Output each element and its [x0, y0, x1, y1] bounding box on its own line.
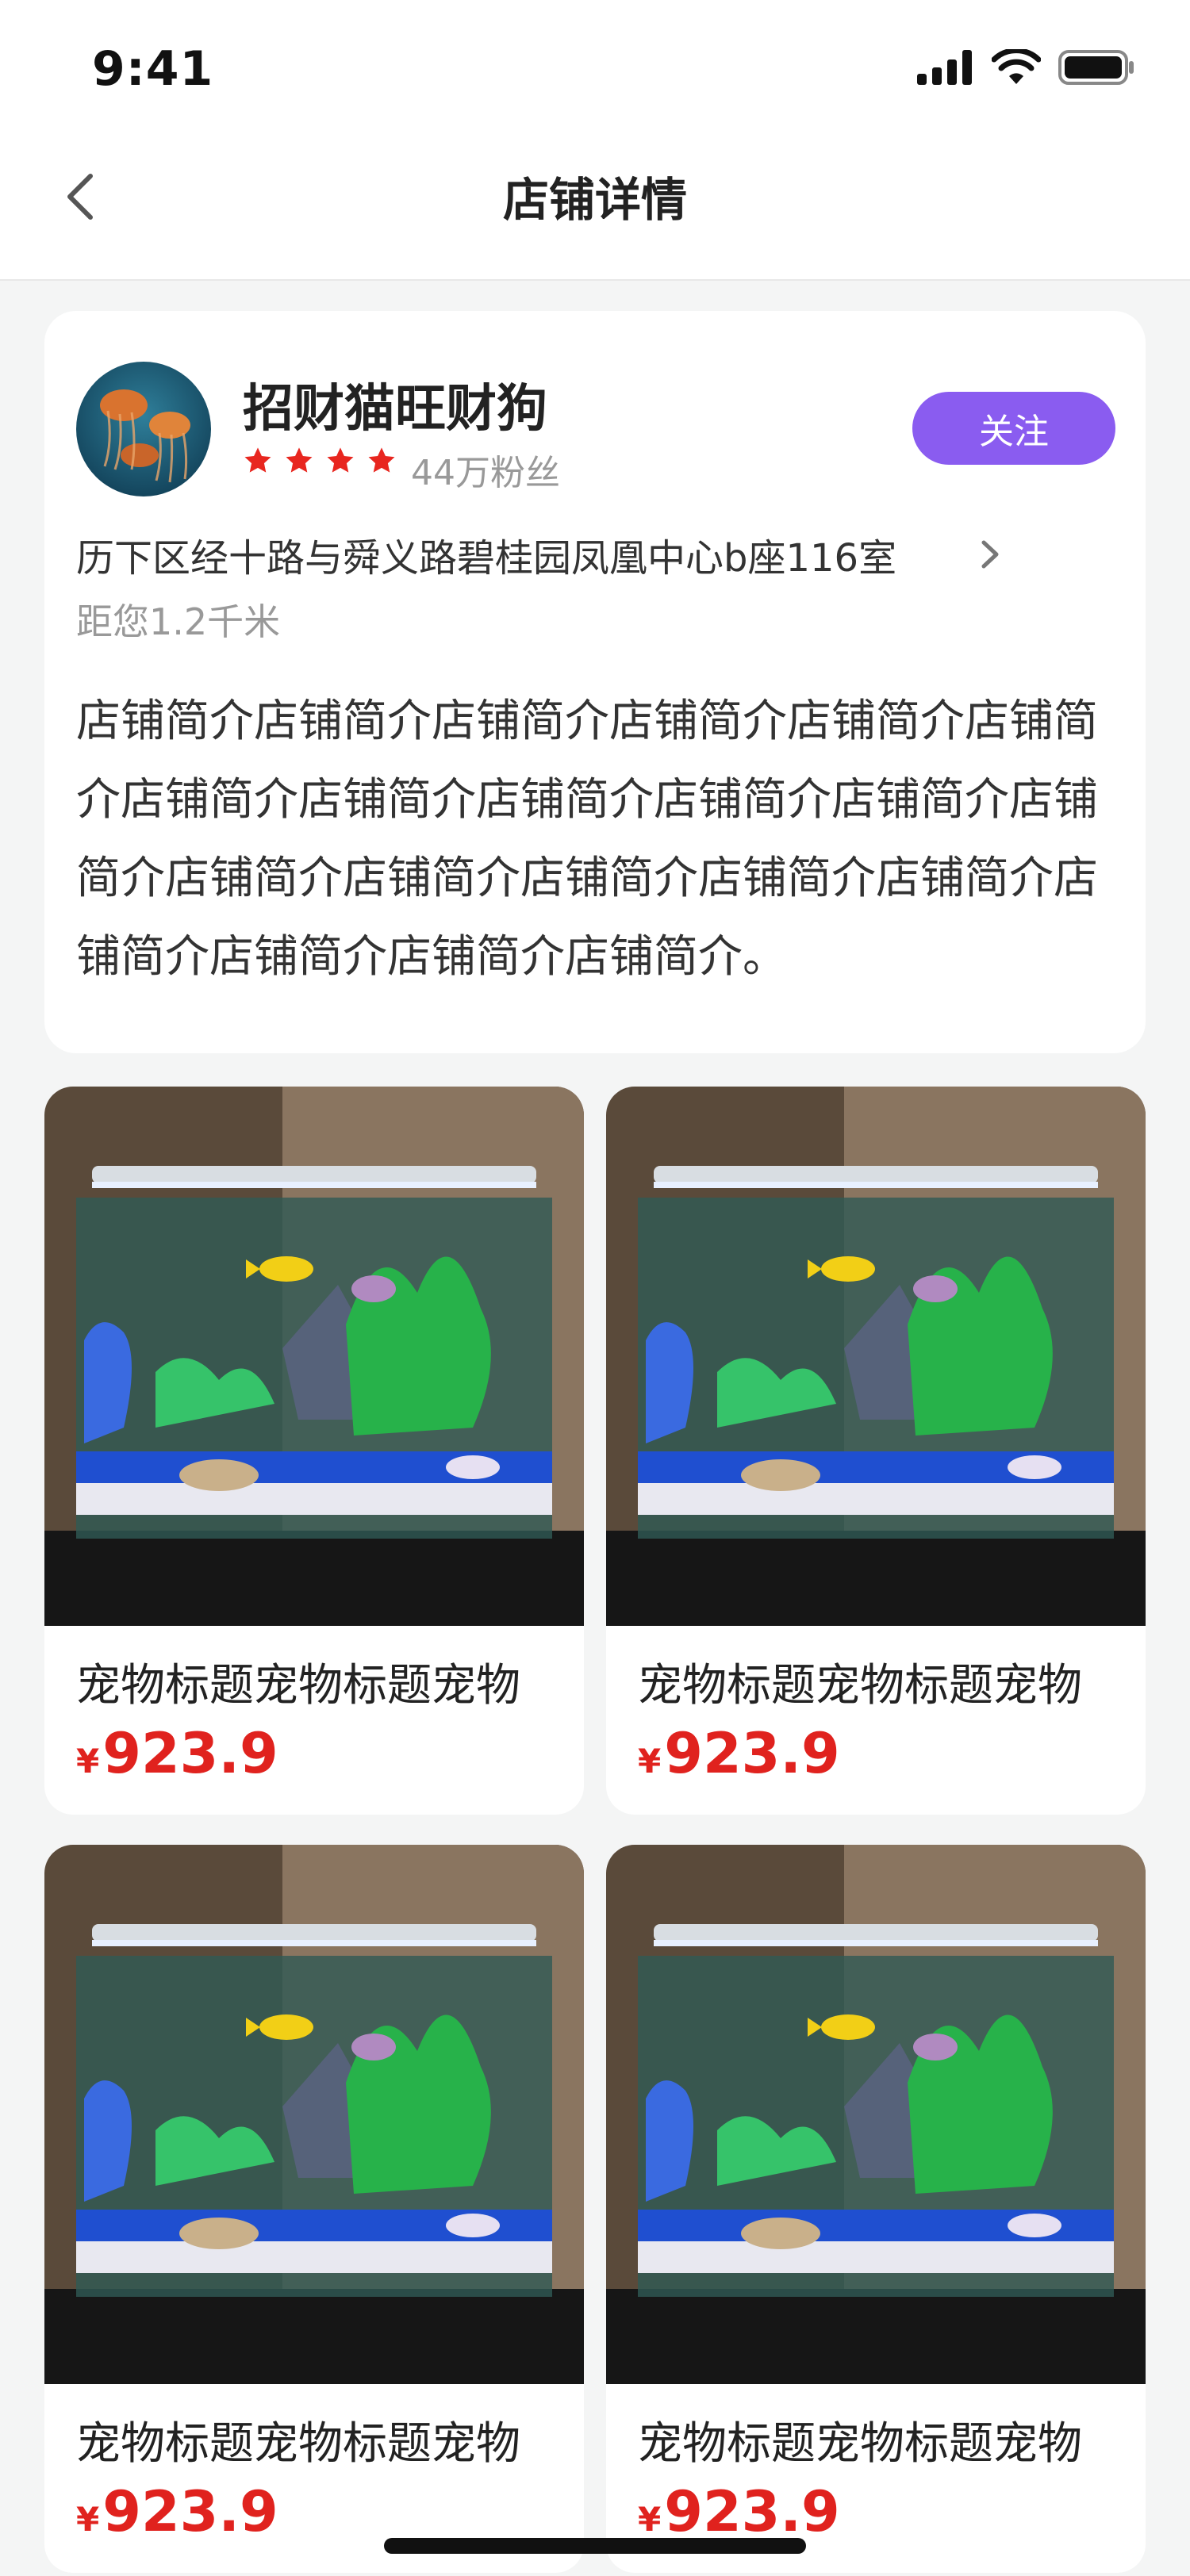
product-title: 宠物标题宠物标题宠物: [76, 1660, 520, 1712]
fans-count: 44万粉丝: [411, 453, 560, 493]
product-price: ¥923.9: [638, 2479, 840, 2544]
rating-stars: [243, 446, 397, 476]
aquarium-product-image: [606, 1845, 1146, 2384]
chevron-right-icon[interactable]: [974, 535, 1006, 574]
follow-button[interactable]: 关注: [912, 392, 1115, 465]
product-title: 宠物标题宠物标题宠物: [76, 2418, 520, 2470]
jellyfish-avatar-image: [76, 362, 211, 496]
shop-distance: 距您1.2千米: [76, 600, 281, 643]
shop-address[interactable]: 历下区经十路与舜义路碧桂园凤凰中心b座116室: [76, 527, 896, 582]
product-price: ¥923.9: [76, 1721, 278, 1786]
price-value: 923.9: [664, 2479, 840, 2544]
cellular-signal-icon: [917, 50, 972, 85]
currency-symbol: ¥: [76, 2500, 100, 2539]
price-value: 923.9: [102, 1721, 278, 1786]
battery-icon: [1058, 50, 1134, 85]
page-title: 店铺详情: [502, 173, 687, 227]
status-time: 9:41: [92, 41, 214, 97]
star-icon: [286, 447, 313, 473]
aquarium-product-image: [606, 1087, 1146, 1626]
currency-symbol: ¥: [638, 2500, 662, 2539]
shop-name: 招财猫旺财狗: [243, 380, 547, 439]
aquarium-product-image: [44, 1087, 584, 1626]
product-card[interactable]: 宠物标题宠物标题宠物 ¥923.9: [606, 1087, 1146, 1815]
shop-avatar[interactable]: [76, 362, 211, 496]
product-card[interactable]: 宠物标题宠物标题宠物 ¥923.9: [44, 1087, 584, 1815]
product-card[interactable]: 宠物标题宠物标题宠物 ¥923.9: [606, 1845, 1146, 2573]
product-price: ¥923.9: [76, 2479, 278, 2544]
star-icon: [244, 447, 271, 473]
top-bar: 9:41 店铺详情: [0, 0, 1190, 281]
product-title: 宠物标题宠物标题宠物: [638, 2418, 1082, 2470]
currency-symbol: ¥: [76, 1742, 100, 1781]
shop-info-card: 招财猫旺财狗 44万粉丝 关注 历下区经十路与舜义路碧桂园凤凰中心b座116室 …: [44, 311, 1146, 1053]
price-value: 923.9: [102, 2479, 278, 2544]
product-price: ¥923.9: [638, 1721, 840, 1786]
home-indicator[interactable]: [384, 2538, 806, 2554]
status-icons: [917, 49, 1134, 86]
product-title: 宠物标题宠物标题宠物: [638, 1660, 1082, 1712]
star-icon: [327, 447, 354, 473]
currency-symbol: ¥: [638, 1742, 662, 1781]
star-icon: [368, 447, 395, 473]
wifi-icon: [992, 49, 1041, 84]
aquarium-product-image: [44, 1845, 584, 2384]
product-card[interactable]: 宠物标题宠物标题宠物 ¥923.9: [44, 1845, 584, 2573]
price-value: 923.9: [664, 1721, 840, 1786]
shop-intro: 店铺简介店铺简介店铺简介店铺简介店铺简介店铺简介店铺简介店铺简介店铺简介店铺简介…: [76, 696, 1098, 983]
